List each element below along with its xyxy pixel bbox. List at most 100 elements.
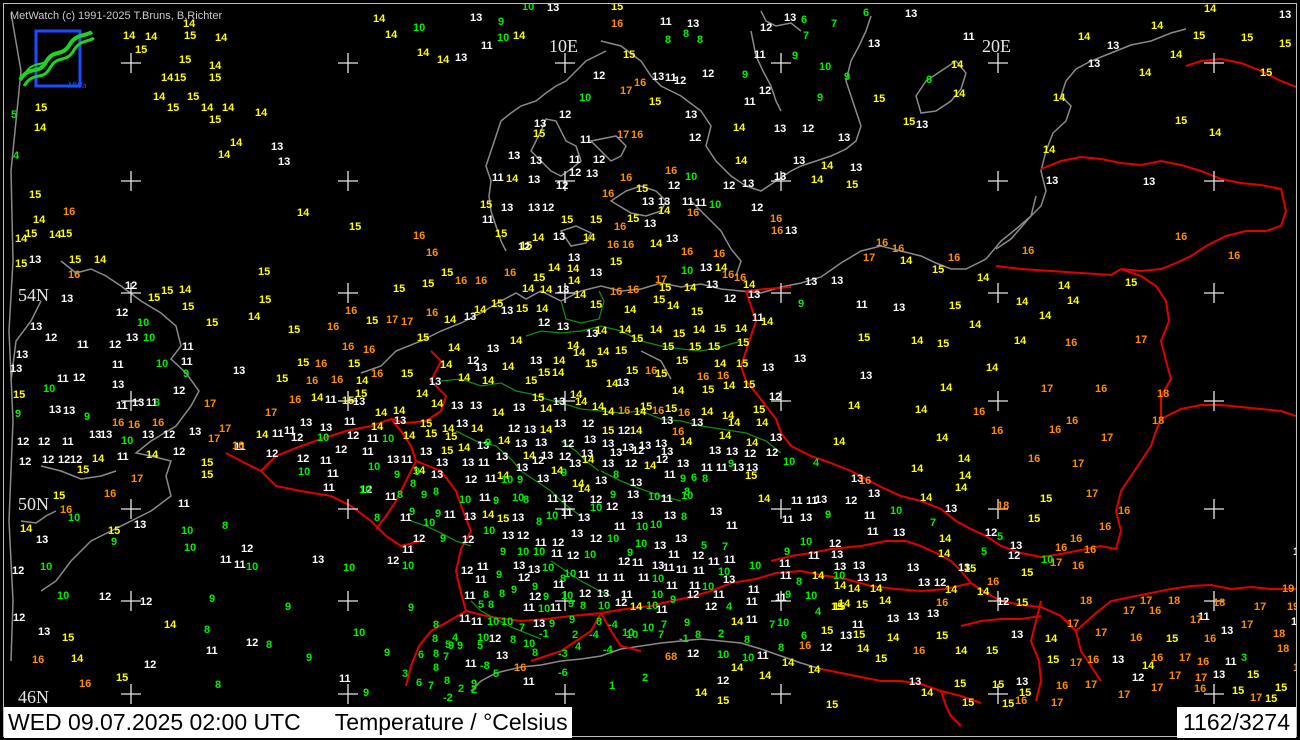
- station-temperature[interactable]: 15: [525, 375, 537, 387]
- station-temperature[interactable]: 13: [420, 446, 432, 458]
- station-temperature[interactable]: 11: [117, 451, 129, 463]
- station-temperature[interactable]: 7: [803, 30, 809, 42]
- station-temperature[interactable]: 14: [230, 137, 243, 149]
- station-temperature[interactable]: 14: [650, 324, 663, 336]
- station-temperature[interactable]: 11: [325, 394, 337, 406]
- station-temperature[interactable]: 11: [471, 616, 483, 628]
- station-temperature[interactable]: 11: [724, 554, 736, 566]
- station-temperature[interactable]: 15: [846, 179, 858, 191]
- station-temperature[interactable]: 16: [1070, 533, 1082, 545]
- station-temperature[interactable]: 13: [1279, 9, 1291, 21]
- station-temperature[interactable]: 7: [930, 517, 936, 529]
- station-temperature[interactable]: 13: [800, 512, 812, 524]
- station-temperature[interactable]: 14: [857, 643, 870, 655]
- station-temperature[interactable]: 15: [561, 214, 573, 226]
- station-temperature[interactable]: 16: [104, 488, 116, 500]
- station-temperature[interactable]: 12: [593, 70, 605, 82]
- station-temperature[interactable]: 16: [112, 417, 124, 429]
- station-temperature[interactable]: 15: [623, 49, 635, 61]
- station-temperature[interactable]: 14: [684, 282, 697, 294]
- station-temperature[interactable]: 14: [811, 174, 824, 186]
- station-temperature[interactable]: 15: [717, 695, 729, 707]
- station-temperature[interactable]: 11: [482, 214, 494, 226]
- station-temperature[interactable]: 15: [649, 96, 661, 108]
- station-temperature[interactable]: 17: [1118, 689, 1130, 701]
- station-temperature[interactable]: -1: [539, 628, 549, 640]
- station-temperature[interactable]: 13: [710, 506, 722, 518]
- station-temperature[interactable]: 11: [401, 454, 413, 466]
- station-temperature[interactable]: 10: [635, 538, 647, 550]
- station-temperature[interactable]: 13: [513, 402, 525, 414]
- station-temperature[interactable]: 19: [1287, 601, 1296, 613]
- station-temperature[interactable]: 12: [413, 533, 425, 545]
- station-temperature[interactable]: 13: [595, 475, 607, 487]
- station-temperature[interactable]: 14: [311, 392, 324, 404]
- weather-map[interactable]: 14 13 910 13 151014 1410111614 14 15 14141414 131…: [4, 4, 1296, 736]
- station-temperature[interactable]: 12: [542, 202, 554, 214]
- station-temperature[interactable]: 12: [99, 591, 111, 603]
- station-temperature[interactable]: 15: [964, 563, 976, 575]
- station-temperature[interactable]: 14: [458, 372, 471, 384]
- station-temperature[interactable]: 10: [652, 573, 664, 585]
- station-temperature[interactable]: 15: [665, 403, 677, 415]
- station-temperature[interactable]: 15: [689, 341, 701, 353]
- station-temperature[interactable]: 4: [13, 150, 20, 162]
- station-temperature[interactable]: 13: [838, 132, 850, 144]
- station-temperature[interactable]: 15: [702, 384, 714, 396]
- station-temperature[interactable]: 14: [582, 454, 595, 466]
- station-temperature[interactable]: 9: [306, 652, 312, 664]
- station-temperature[interactable]: 9: [798, 298, 804, 310]
- station-temperature[interactable]: 14: [1043, 144, 1056, 156]
- station-temperature[interactable]: 15: [1125, 277, 1137, 289]
- station-temperature[interactable]: 8: [433, 619, 439, 631]
- station-temperature[interactable]: 8: [613, 469, 619, 481]
- station-temperature[interactable]: 12: [140, 596, 152, 608]
- station-temperature[interactable]: 13: [909, 676, 921, 688]
- station-temperature[interactable]: 16: [1197, 656, 1209, 668]
- station-temperature[interactable]: 9: [610, 489, 616, 501]
- station-temperature[interactable]: 11: [716, 462, 728, 474]
- station-temperature[interactable]: 12: [760, 22, 772, 34]
- station-temperature[interactable]: 16: [1204, 633, 1216, 645]
- station-temperature[interactable]: 15: [69, 254, 81, 266]
- station-temperature[interactable]: 11: [746, 614, 758, 626]
- station-temperature[interactable]: 13: [394, 415, 406, 427]
- station-temperature[interactable]: 15: [962, 697, 974, 709]
- station-temperature[interactable]: 13: [1011, 629, 1023, 641]
- station-temperature[interactable]: 14: [513, 30, 526, 42]
- station-temperature[interactable]: 15: [516, 303, 528, 315]
- station-temperature[interactable]: 11: [782, 514, 794, 526]
- station-temperature[interactable]: 13: [571, 528, 583, 540]
- station-temperature[interactable]: 16: [1087, 654, 1099, 666]
- station-temperature[interactable]: 15: [441, 445, 453, 457]
- station-temperature[interactable]: 13: [429, 376, 441, 388]
- station-temperature[interactable]: 14: [986, 362, 999, 374]
- station-temperature[interactable]: 13: [516, 462, 528, 474]
- station-temperature[interactable]: 16: [618, 405, 630, 417]
- station-temperature[interactable]: 15: [53, 490, 65, 502]
- station-temperature[interactable]: 11: [523, 676, 535, 688]
- station-temperature[interactable]: 13: [652, 71, 664, 83]
- station-temperature[interactable]: 15: [745, 470, 757, 482]
- station-temperature[interactable]: 16: [1049, 424, 1061, 436]
- station-temperature[interactable]: 11: [656, 604, 668, 616]
- station-temperature[interactable]: 16: [876, 237, 888, 249]
- station-temperature[interactable]: 16: [1118, 505, 1130, 517]
- station-temperature[interactable]: 11: [479, 492, 491, 504]
- station-temperature[interactable]: 14: [482, 375, 495, 387]
- station-temperature[interactable]: 16: [68, 269, 80, 281]
- station-temperature[interactable]: 10: [181, 525, 193, 537]
- station-temperature[interactable]: 15: [714, 323, 726, 335]
- station-temperature[interactable]: 10: [819, 61, 831, 73]
- station-temperature[interactable]: 13: [508, 150, 520, 162]
- station-temperature[interactable]: 13: [831, 275, 843, 287]
- station-temperature[interactable]: 15: [25, 228, 37, 240]
- station-temperature[interactable]: 15: [425, 428, 437, 440]
- station-temperature[interactable]: 10: [402, 560, 414, 572]
- station-temperature[interactable]: 16: [936, 597, 948, 609]
- station-temperature[interactable]: 14: [297, 207, 310, 219]
- station-temperature[interactable]: 14: [821, 160, 834, 172]
- station-temperature[interactable]: 13: [726, 446, 738, 458]
- station-temperature[interactable]: 15: [821, 625, 833, 637]
- station-temperature[interactable]: 10: [890, 505, 902, 517]
